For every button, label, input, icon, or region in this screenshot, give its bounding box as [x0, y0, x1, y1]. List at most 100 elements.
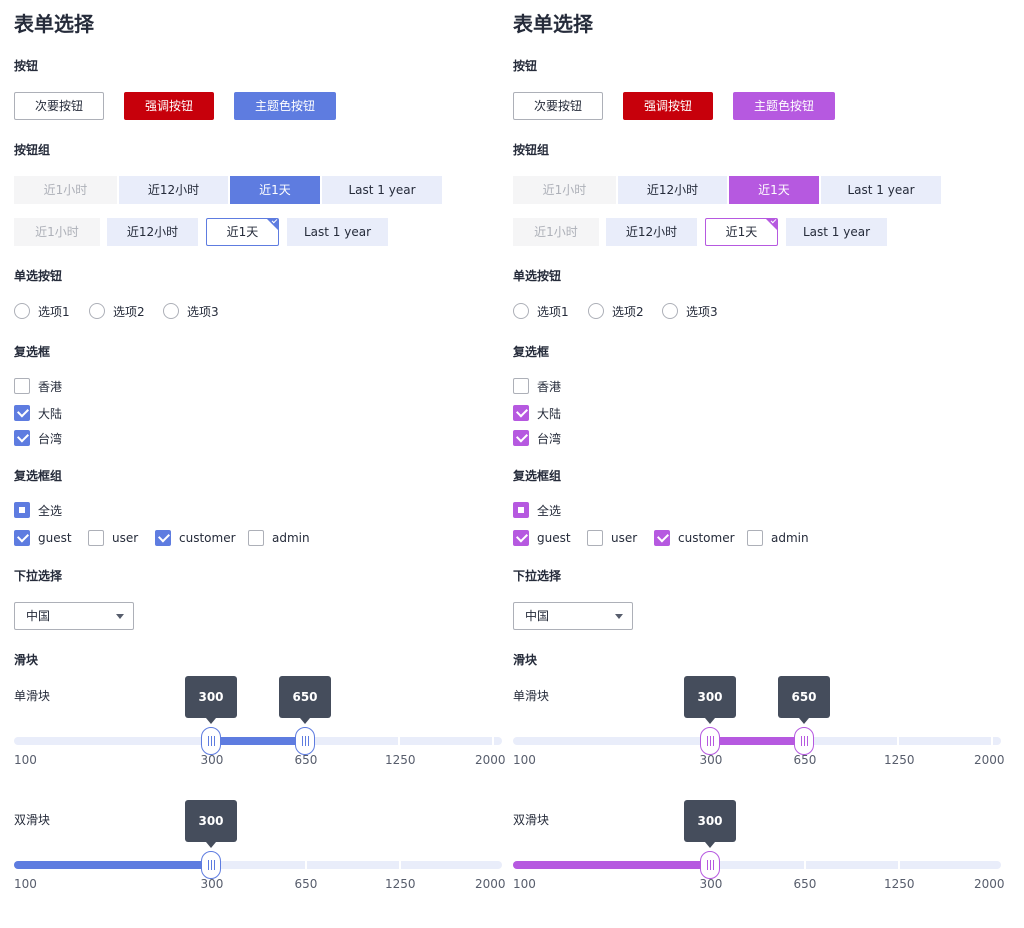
checkbox-guest[interactable]: guest: [513, 530, 571, 546]
grip-line-icon: [208, 736, 209, 746]
slider-handle[interactable]: [700, 851, 720, 879]
checkbox-icon: [747, 530, 763, 546]
slider-tick-label: 300: [699, 753, 723, 767]
radio-option-1[interactable]: 选项1: [14, 303, 70, 319]
section-title-buttons: 按钮: [14, 59, 39, 73]
slider-tick-label: 650: [294, 753, 318, 767]
radio-option-2[interactable]: 选项2: [89, 303, 145, 319]
checkbox-user[interactable]: user: [587, 530, 637, 546]
segment-1d[interactable]: 近1天: [729, 176, 819, 204]
segment-label: 近1天: [226, 225, 259, 239]
checkbox-taiwan[interactable]: 台湾: [14, 430, 62, 446]
section-title-checkbox-group: 复选框组: [14, 469, 63, 483]
danger-button[interactable]: 强调按钮: [124, 92, 214, 120]
grip-line-icon: [713, 860, 714, 870]
segment-1y[interactable]: Last 1 year: [821, 176, 941, 204]
checkbox-hongkong[interactable]: 香港: [14, 378, 62, 394]
secondary-button[interactable]: 次要按钮: [513, 92, 603, 120]
segment-1y-alt[interactable]: Last 1 year: [786, 218, 887, 246]
caret-down-icon: [615, 614, 623, 619]
checkbox-customer[interactable]: customer: [654, 530, 735, 546]
radio-label: 选项2: [113, 304, 145, 319]
slider-handle[interactable]: [201, 851, 221, 879]
checkbox-admin[interactable]: admin: [747, 530, 809, 546]
section-title-slider: 滑块: [513, 653, 538, 667]
single-slider-label: 双滑块: [14, 813, 51, 827]
slider-fill: [14, 861, 211, 869]
checkbox-label: user: [611, 531, 638, 545]
tooltip-arrow-icon: [705, 842, 715, 848]
segment-12h[interactable]: 近12小时: [618, 176, 727, 204]
slider-value-tooltip: 650: [778, 676, 830, 724]
grip-line-icon: [710, 860, 711, 870]
checkbox-mainland[interactable]: 大陆: [14, 405, 62, 421]
checkbox-checked-icon: [14, 405, 30, 421]
checkbox-label: admin: [771, 531, 809, 545]
segment-1d-alt[interactable]: 近1天: [705, 217, 778, 246]
tooltip-value: 300: [198, 690, 224, 704]
segment-1h: 近1小时: [513, 176, 616, 204]
tooltip-arrow-icon: [705, 718, 715, 724]
radio-circle-icon: [14, 303, 30, 319]
country-select[interactable]: 中国: [14, 602, 134, 630]
checkbox-admin[interactable]: admin: [248, 530, 310, 546]
checkbox-customer[interactable]: customer: [155, 530, 236, 546]
slider-value-tooltip: 300: [185, 676, 237, 724]
tooltip-value: 300: [198, 814, 224, 828]
slider-handle[interactable]: [700, 727, 720, 755]
checkbox-checked-icon: [513, 430, 529, 446]
radio-option-3[interactable]: 选项3: [662, 303, 718, 319]
selected-check-icon: [267, 217, 278, 230]
checkbox-select-all[interactable]: 全选: [513, 502, 561, 518]
checkbox-guest[interactable]: guest: [14, 530, 72, 546]
slider-handle[interactable]: [201, 727, 221, 755]
grip-line-icon: [211, 860, 212, 870]
slider-value-tooltip: 300: [185, 800, 237, 848]
checkbox-icon: [587, 530, 603, 546]
segment-12h-alt[interactable]: 近12小时: [107, 218, 198, 246]
checkbox-hongkong[interactable]: 香港: [513, 378, 561, 394]
checkbox-user[interactable]: user: [88, 530, 138, 546]
section-title-select: 下拉选择: [14, 569, 63, 583]
checkbox-label: 全选: [537, 503, 562, 518]
grip-line-icon: [804, 736, 805, 746]
radio-label: 选项1: [38, 304, 70, 319]
radio-option-2[interactable]: 选项2: [588, 303, 644, 319]
slider-tick-label: 300: [200, 877, 224, 891]
section-title-button-group: 按钮组: [513, 143, 550, 157]
segment-1y-alt[interactable]: Last 1 year: [287, 218, 388, 246]
radio-option-3[interactable]: 选项3: [163, 303, 219, 319]
checkbox-checked-icon: [155, 530, 171, 546]
segment-12h[interactable]: 近12小时: [119, 176, 228, 204]
slider-tick-label: 650: [294, 877, 318, 891]
segment-12h-alt[interactable]: 近12小时: [606, 218, 697, 246]
slider-tick-label: 650: [793, 877, 817, 891]
slider-segment-gap: [898, 861, 900, 869]
checkbox-mainland[interactable]: 大陆: [513, 405, 561, 421]
indeterminate-icon: [14, 502, 30, 518]
grip-line-icon: [214, 860, 215, 870]
segment-1d-alt[interactable]: 近1天: [206, 217, 279, 246]
checkbox-select-all[interactable]: 全选: [14, 502, 62, 518]
tooltip-arrow-icon: [206, 842, 216, 848]
form-panel-2: 表单选择 按钮 次要按钮 强调按钮 主题色按钮 按钮组 近1小时 近12小时 近…: [499, 0, 1005, 928]
danger-button[interactable]: 强调按钮: [623, 92, 713, 120]
checkbox-taiwan[interactable]: 台湾: [513, 430, 561, 446]
radio-circle-icon: [89, 303, 105, 319]
radio-option-1[interactable]: 选项1: [513, 303, 569, 319]
primary-button[interactable]: 主题色按钮: [234, 92, 336, 120]
slider-tick-label: 650: [793, 753, 817, 767]
checkbox-icon: [248, 530, 264, 546]
secondary-button[interactable]: 次要按钮: [14, 92, 104, 120]
tooltip-arrow-icon: [206, 718, 216, 724]
country-select[interactable]: 中国: [513, 602, 633, 630]
primary-button[interactable]: 主题色按钮: [733, 92, 835, 120]
slider-handle[interactable]: [295, 727, 315, 755]
tooltip-value: 650: [292, 690, 318, 704]
segment-1d[interactable]: 近1天: [230, 176, 320, 204]
tooltip-arrow-icon: [300, 718, 310, 724]
slider-tick-label: 1250: [884, 753, 915, 767]
page-title: 表单选择: [513, 12, 593, 36]
slider-handle[interactable]: [794, 727, 814, 755]
segment-1y[interactable]: Last 1 year: [322, 176, 442, 204]
